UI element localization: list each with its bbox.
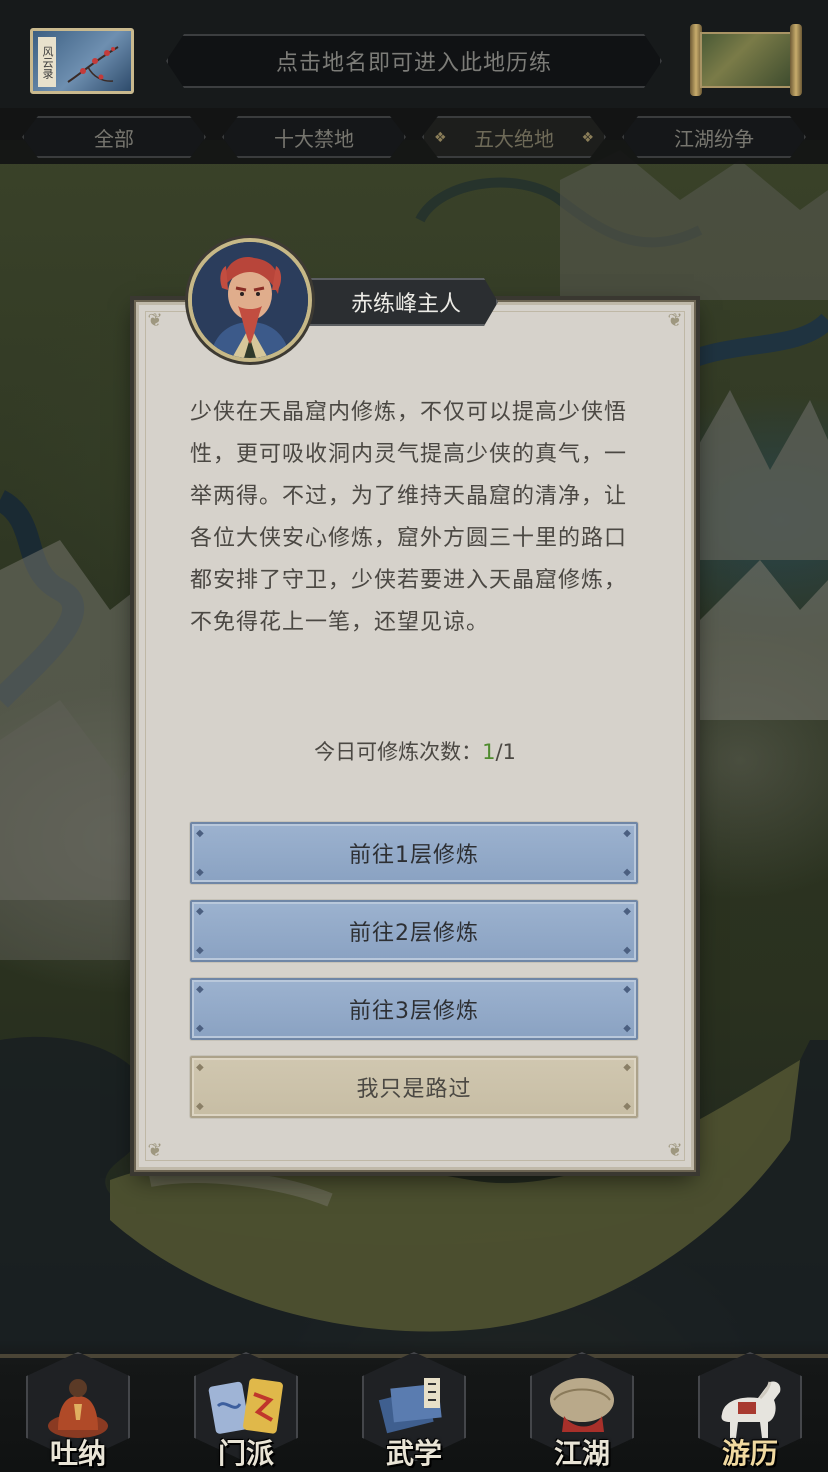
go-floor-2-button[interactable]: ◆ ◆ ◆ ◆ 前往2层修炼 <box>190 900 638 962</box>
corner-ornament-icon: ◆ <box>196 1101 205 1112</box>
nav-item-martial-arts[interactable]: 武学 <box>354 1340 474 1472</box>
corner-ornament-icon: ◆ <box>623 945 632 956</box>
tab-ten-forbidden[interactable]: 十大禁地 <box>222 116 406 158</box>
corner-ornament-icon: ❦ <box>667 310 683 331</box>
count-current: 1 <box>482 740 496 764</box>
corner-ornament-icon: ◆ <box>196 828 205 839</box>
ornament-icon: ❖ <box>581 130 594 146</box>
nav-label: 游历 <box>721 1437 778 1470</box>
corner-ornament-icon: ◆ <box>623 1023 632 1034</box>
top-bar: 风云录 点击地名即可进入此地历练 <box>0 0 828 108</box>
nav-label: 江湖 <box>553 1437 610 1470</box>
npc-portrait <box>188 238 312 362</box>
corner-ornament-icon: ◆ <box>196 906 205 917</box>
daily-count: 今日可修炼次数：1/1 <box>190 736 640 766</box>
button-label: 我只是路过 <box>356 1077 472 1102</box>
tab-five-perilous[interactable]: ❖ 五大绝地 ❖ <box>422 116 606 158</box>
hint-banner: 点击地名即可进入此地历练 <box>166 34 662 88</box>
white-horse-icon <box>721 1381 781 1438</box>
corner-ornament-icon: ◆ <box>623 867 632 878</box>
corner-ornament-icon: ◆ <box>623 1101 632 1112</box>
tab-label: 江湖纷争 <box>674 126 754 151</box>
tab-label: 十大禁地 <box>274 126 354 151</box>
button-label: 前往3层修炼 <box>349 999 479 1024</box>
nav-label: 武学 <box>385 1437 442 1470</box>
nav-label: 吐纳 <box>49 1437 106 1470</box>
corner-ornament-icon: ❦ <box>147 1140 163 1161</box>
just-passing-button[interactable]: ◆ ◆ ◆ ◆ 我只是路过 <box>190 1056 638 1118</box>
corner-ornament-icon: ◆ <box>623 906 632 917</box>
bottom-nav: 吐纳 门派 武学 江湖 游历 <box>0 1340 828 1472</box>
red-haired-elder-icon <box>192 242 308 358</box>
tab-jianghu-strife[interactable]: 江湖纷争 <box>622 116 806 158</box>
corner-ornament-icon: ❦ <box>667 1140 683 1161</box>
ornament-icon: ❖ <box>434 130 447 146</box>
plum-blossom-icon <box>67 46 119 83</box>
region-tabs: 全部 十大禁地 ❖ 五大绝地 ❖ 江湖纷争 <box>0 108 828 164</box>
scroll-roller-right <box>790 24 802 96</box>
tab-label: 全部 <box>94 126 134 151</box>
corner-ornament-icon: ◆ <box>196 1023 205 1034</box>
nav-item-travel[interactable]: 游历 <box>690 1340 810 1472</box>
tab-label: 五大绝地 <box>474 126 554 151</box>
martial-books-icon <box>378 1378 442 1434</box>
minimap-scroll-button[interactable] <box>690 24 802 96</box>
button-label: 前往2层修炼 <box>349 921 479 946</box>
corner-ornament-icon: ◆ <box>196 945 205 956</box>
minimap-icon <box>700 32 792 88</box>
corner-ornament-icon: ◆ <box>196 867 205 878</box>
count-label: 今日可修炼次数： <box>314 740 483 764</box>
meditating-monk-icon <box>48 1379 108 1438</box>
corner-ornament-icon: ◆ <box>196 1062 205 1073</box>
dialog-text: 少侠在天晶窟内修炼，不仅可以提高少侠悟性，更可吸收洞内灵气提高少侠的真气，一举两… <box>190 400 628 635</box>
nav-label: 门派 <box>217 1437 274 1470</box>
corner-ornament-icon: ❦ <box>147 310 163 331</box>
corner-ornament-icon: ◆ <box>623 828 632 839</box>
button-label: 前往1层修炼 <box>349 843 479 868</box>
tab-all[interactable]: 全部 <box>22 116 206 158</box>
logo-text: 风云录 <box>38 37 56 87</box>
nav-item-jianghu[interactable]: 江湖 <box>522 1340 642 1472</box>
straw-hat-icon <box>550 1378 614 1432</box>
count-total: /1 <box>495 740 516 764</box>
sect-banners-icon <box>208 1378 283 1434</box>
nav-item-breathing[interactable]: 吐纳 <box>18 1340 138 1472</box>
game-logo[interactable]: 风云录 <box>30 28 134 94</box>
corner-ornament-icon: ◆ <box>196 984 205 995</box>
nav-item-sect[interactable]: 门派 <box>186 1340 306 1472</box>
go-floor-3-button[interactable]: ◆ ◆ ◆ ◆ 前往3层修炼 <box>190 978 638 1040</box>
npc-name-plate: 赤练峰主人 <box>300 278 498 326</box>
go-floor-1-button[interactable]: ◆ ◆ ◆ ◆ 前往1层修炼 <box>190 822 638 884</box>
corner-ornament-icon: ◆ <box>623 984 632 995</box>
corner-ornament-icon: ◆ <box>623 1062 632 1073</box>
